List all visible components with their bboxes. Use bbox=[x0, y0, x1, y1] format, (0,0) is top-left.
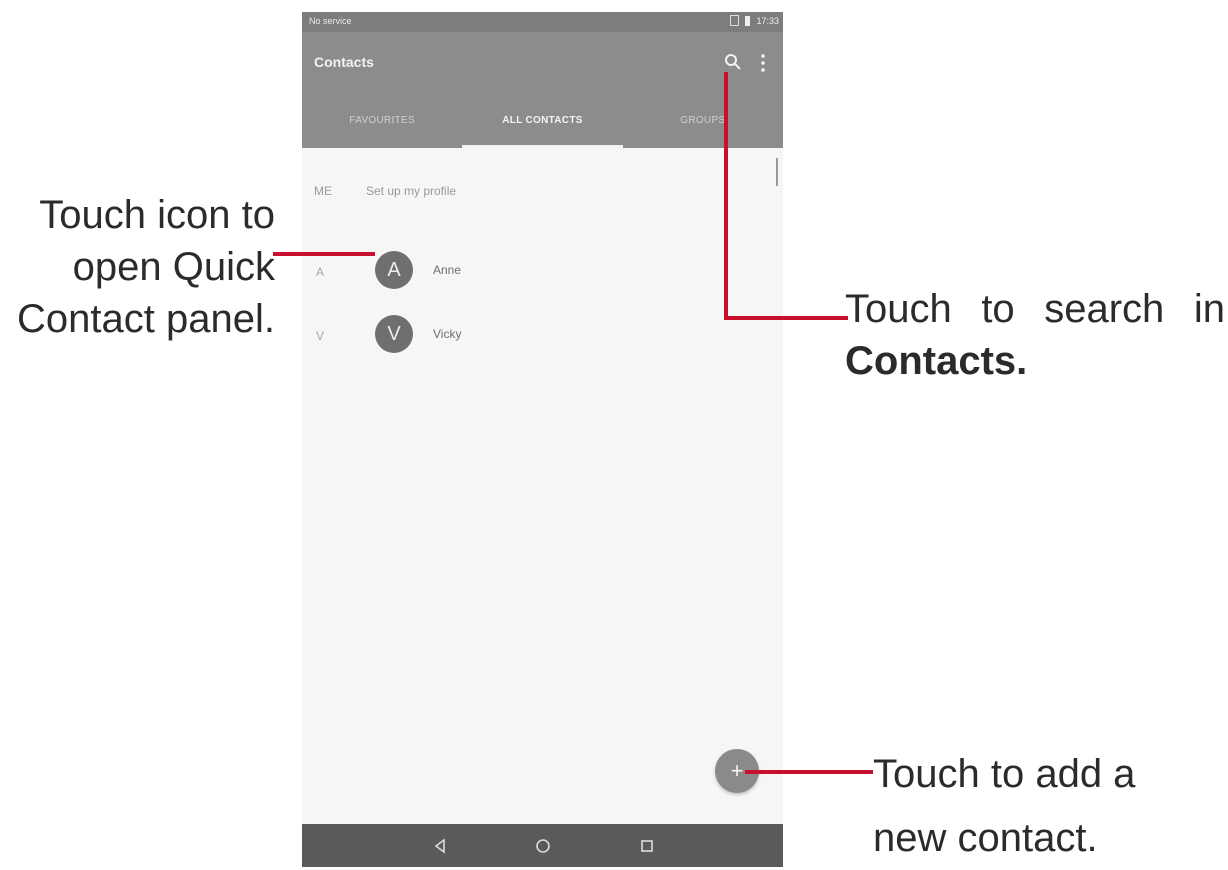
callout-line: Touch to add a bbox=[873, 752, 1136, 796]
contact-list: ME Set up my profile A A Anne V V Vicky bbox=[302, 148, 783, 824]
status-bar: No service 17:33 bbox=[302, 12, 783, 32]
contact-name-vicky[interactable]: Vicky bbox=[433, 327, 461, 341]
page-title: Contacts bbox=[314, 54, 374, 70]
scrollbar[interactable] bbox=[776, 158, 778, 186]
me-label: ME bbox=[314, 184, 332, 198]
my-profile-row[interactable]: ME Set up my profile bbox=[314, 184, 456, 198]
search-icon[interactable] bbox=[723, 52, 743, 72]
sim-icon bbox=[730, 15, 740, 26]
tab-bar: FAVOURITES ALL CONTACTS GROUPS bbox=[302, 98, 783, 148]
callout-word: to bbox=[981, 287, 1015, 331]
add-contact-icon: + bbox=[730, 758, 744, 783]
setup-profile-label: Set up my profile bbox=[366, 184, 457, 198]
tab-all-contacts[interactable]: ALL CONTACTS bbox=[462, 98, 623, 148]
tab-groups[interactable]: GROUPS bbox=[623, 98, 783, 148]
carrier-text: No service bbox=[309, 16, 352, 26]
contact-avatar-vicky[interactable]: V bbox=[375, 315, 413, 353]
more-options-icon[interactable] bbox=[758, 52, 768, 74]
contact-avatar-anne[interactable]: A bbox=[375, 251, 413, 289]
add-contact-callout: Touch to add a new contact. bbox=[873, 742, 1213, 870]
callout-word: Touch bbox=[845, 287, 952, 331]
quick-contact-callout: Touch icon to open Quick Contact panel. bbox=[0, 189, 275, 345]
section-letter-a: A bbox=[316, 265, 325, 279]
tab-favourites[interactable]: FAVOURITES bbox=[302, 98, 462, 148]
section-letter-v: V bbox=[316, 329, 325, 343]
callout-line: new contact. bbox=[873, 816, 1098, 860]
callout-line: Contact panel. bbox=[17, 297, 275, 341]
callout-word: search bbox=[1044, 287, 1165, 331]
clock-text: 17:33 bbox=[756, 15, 779, 26]
callout-line: Touch icon to bbox=[39, 193, 275, 237]
search-callout: Touch to search in Contacts. bbox=[845, 283, 1225, 387]
home-icon[interactable] bbox=[532, 835, 554, 857]
status-icons: 17:33 bbox=[730, 15, 779, 26]
battery-icon bbox=[745, 15, 751, 26]
callout-line: Touch to search in bbox=[845, 283, 1225, 335]
add-contact-leader-line bbox=[745, 770, 873, 774]
search-leader-line-horizontal bbox=[724, 316, 848, 320]
contact-name-anne[interactable]: Anne bbox=[433, 263, 461, 277]
callout-word: in bbox=[1193, 287, 1225, 331]
callout-line: Contacts. bbox=[845, 339, 1028, 383]
search-leader-line-vertical bbox=[724, 72, 728, 320]
quick-contact-leader-line bbox=[273, 252, 375, 256]
app-bar: Contacts bbox=[302, 32, 783, 98]
back-icon[interactable] bbox=[429, 835, 451, 857]
navigation-bar bbox=[302, 824, 783, 867]
recents-icon[interactable] bbox=[636, 835, 658, 857]
callout-line: open Quick bbox=[72, 245, 275, 289]
phone-screen: No service 17:33 Contacts FAVOURITES ALL… bbox=[302, 12, 783, 867]
